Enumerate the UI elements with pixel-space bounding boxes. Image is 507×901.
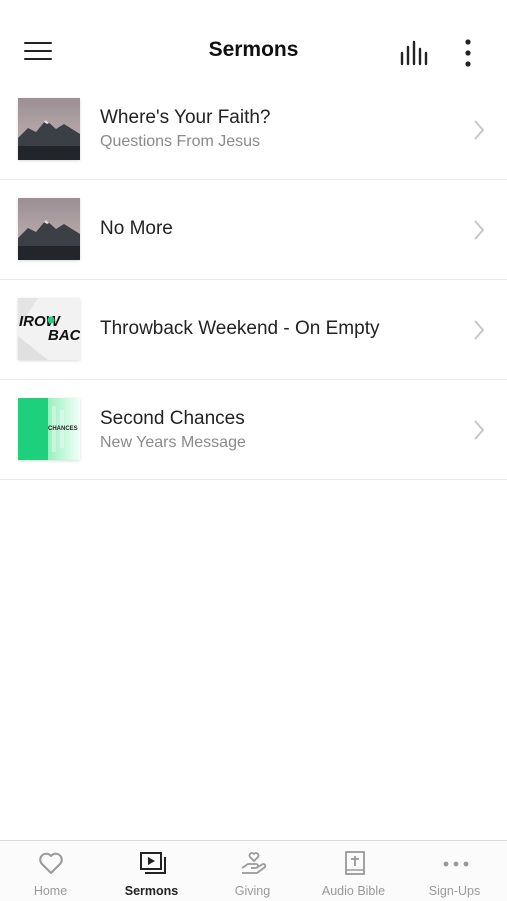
sermon-row[interactable]: No More	[0, 180, 507, 280]
sermon-title: Second Chances	[100, 408, 245, 429]
thumbnail-text: BAC	[48, 327, 80, 344]
sermon-row[interactable]: IROW BAC Throwback Weekend - On Empty	[0, 280, 507, 380]
heart-icon	[39, 852, 63, 874]
tab-sign-ups[interactable]: Sign-Ups	[404, 841, 505, 901]
sermon-title: Throwback Weekend - On Empty	[100, 318, 380, 339]
chevron-right-icon	[474, 420, 485, 440]
tab-audio-bible[interactable]: Audio Bible	[303, 841, 404, 901]
sermon-row[interactable]: CHANCES Second Chances New Years Message	[0, 380, 507, 480]
sermon-thumbnail: CHANCES	[18, 398, 80, 460]
sermon-thumbnail	[18, 98, 80, 160]
tab-label: Home	[33, 884, 68, 898]
more-dots-icon	[443, 861, 469, 867]
more-vertical-icon[interactable]	[460, 38, 476, 68]
tab-giving[interactable]: Giving	[202, 841, 303, 901]
chevron-right-icon	[474, 220, 485, 240]
chevron-right-icon	[474, 320, 485, 340]
header-bar: Sermons	[0, 0, 507, 80]
sermon-title: Where's Your Faith?	[100, 107, 271, 128]
tab-home[interactable]: Home	[0, 841, 101, 901]
sermon-subtitle: Questions From Jesus	[100, 133, 261, 150]
tab-label: Sign-Ups	[428, 884, 481, 898]
bottom-tab-bar: Home Sermons Giving Audio Bible Sign-Ups	[0, 840, 507, 901]
giving-hand-icon	[241, 852, 267, 874]
thumbnail-text: CHANCES	[48, 426, 78, 432]
sermon-thumbnail	[18, 198, 80, 260]
tab-label: Giving	[234, 884, 271, 898]
sermon-list: Where's Your Faith? Questions From Jesus…	[0, 80, 507, 480]
sermon-thumbnail: IROW BAC	[18, 298, 80, 360]
sermon-row[interactable]: Where's Your Faith? Questions From Jesus	[0, 80, 507, 180]
sermon-title: No More	[100, 218, 173, 239]
bible-icon	[345, 851, 365, 875]
sermon-subtitle: New Years Message	[100, 434, 246, 451]
tab-label: Audio Bible	[321, 884, 386, 898]
audio-bars-icon[interactable]	[399, 40, 431, 66]
chevron-right-icon	[474, 120, 485, 140]
tab-sermons[interactable]: Sermons	[101, 841, 202, 901]
video-library-icon	[140, 852, 166, 874]
tab-label: Sermons	[124, 884, 179, 898]
